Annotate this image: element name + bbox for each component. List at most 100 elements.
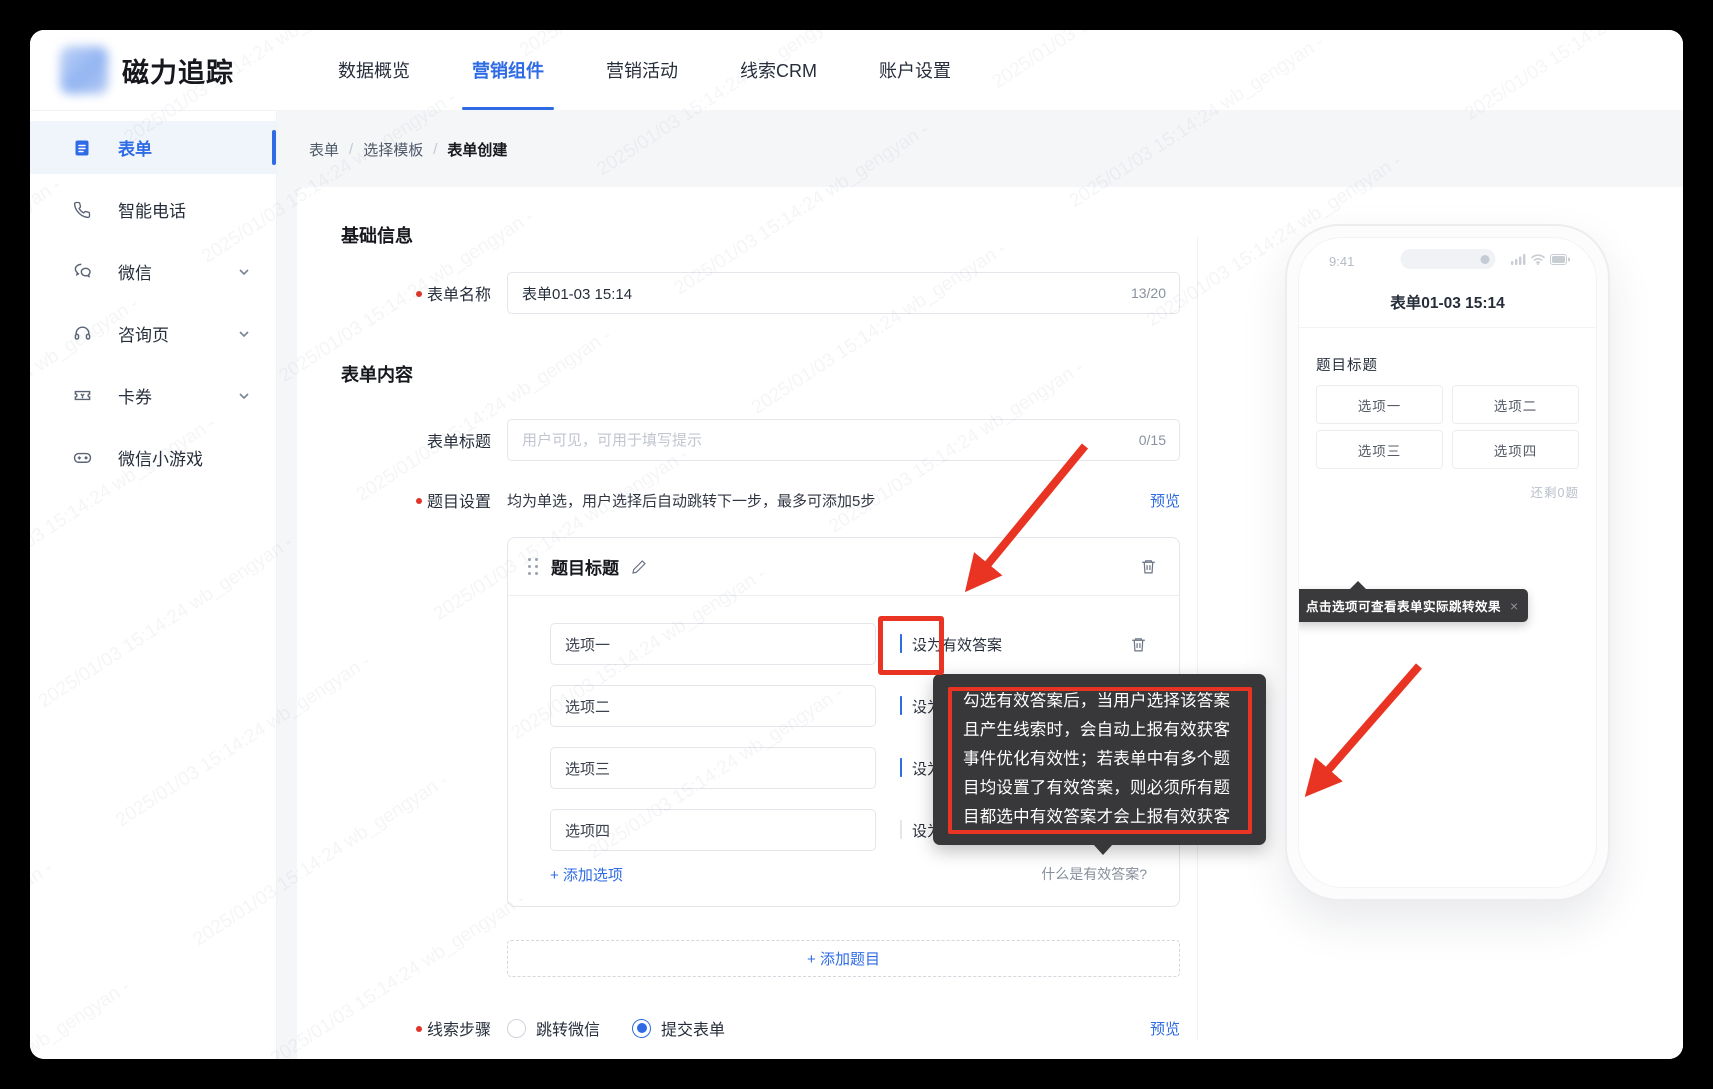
question-setting-desc-wrap: 均为单选，用户选择后自动跳转下一步，最多可添加5步 预览 xyxy=(507,490,1180,511)
nav-account-settings[interactable]: 账户设置 xyxy=(879,30,951,110)
gamepad-icon xyxy=(72,448,92,468)
lead-step-label: 线索步骤 xyxy=(426,1022,491,1039)
drag-handle-icon[interactable] xyxy=(528,557,539,576)
breadcrumb-form[interactable]: 表单 xyxy=(309,139,339,160)
radio-submit-form-label[interactable]: 提交表单 xyxy=(661,1016,725,1040)
form-name-counter: 13/20 xyxy=(1130,285,1166,301)
valid-answer-checkbox[interactable] xyxy=(900,820,902,839)
nav-marketing-components[interactable]: 营销组件 xyxy=(472,30,544,110)
required-dot xyxy=(415,498,422,504)
valid-answer-tooltip-text: 勾选有效答案后，当用户选择该答案且产生线索时，会自动上报有效获客事件优化有效性；… xyxy=(963,692,1231,826)
breadcrumb-form-create: 表单创建 xyxy=(447,142,508,159)
form-title-counter: 0/15 xyxy=(1138,432,1166,448)
delete-option-icon[interactable] xyxy=(1130,636,1147,653)
wechat-icon xyxy=(72,262,92,282)
sidebar-item-smart-phone[interactable]: 智能电话 xyxy=(30,183,276,236)
valid-answer-label[interactable]: 设为有效答案 xyxy=(912,634,1002,655)
phone-tooltip: 点击选项可查看表单实际跳转效果 × xyxy=(1299,581,1529,622)
form-name-input[interactable] xyxy=(507,272,1180,314)
add-option-link[interactable]: + 添加选项 xyxy=(550,864,623,885)
phone-options-grid: 选项一 选项二 选项三 选项四 xyxy=(1316,385,1579,469)
form-name-input-wrap: 13/20 xyxy=(507,272,1180,314)
form-title-input[interactable] xyxy=(507,419,1180,461)
option-input-1[interactable] xyxy=(550,623,876,665)
question-title: 题目标题 xyxy=(551,559,619,578)
sidebar-item-label: 智能电话 xyxy=(118,202,186,221)
wifi-icon xyxy=(1531,254,1545,265)
app-body: 表单 智能电话 微信 咨询页 卡券 微信小游戏 表单 / 选择模板 / 表单创建… xyxy=(30,110,1683,1059)
sidebar-item-label: 卡券 xyxy=(118,388,152,407)
option-row: 设为有效答案 xyxy=(550,616,1147,675)
form-name-label: 表单名称 xyxy=(426,287,491,304)
lead-step-options: 跳转微信 提交表单 预览 xyxy=(507,1016,1180,1040)
valid-answer-checkbox-wrap xyxy=(900,758,902,777)
phone-option-1[interactable]: 选项一 xyxy=(1316,385,1443,424)
phone-icon xyxy=(72,200,92,220)
question-setting-label-wrap: 题目设置 xyxy=(341,488,507,512)
headset-icon xyxy=(72,324,92,344)
radio-submit-form[interactable] xyxy=(632,1018,652,1038)
breadcrumb-choose-template[interactable]: 选择模板 xyxy=(363,139,423,160)
panel-divider xyxy=(1197,237,1198,1039)
chevron-down-icon xyxy=(238,266,250,278)
add-option-row: + 添加选项 什么是有效答案? xyxy=(550,862,1147,886)
sidebar-item-label: 表单 xyxy=(118,140,152,159)
radio-jump-wechat-label[interactable]: 跳转微信 xyxy=(536,1016,600,1040)
add-question-button[interactable]: + 添加题目 xyxy=(507,940,1180,977)
breadcrumb: 表单 / 选择模板 / 表单创建 xyxy=(277,110,1683,160)
question-card-header: 题目标题 xyxy=(508,538,1179,596)
sidebar-item-wechat[interactable]: 微信 xyxy=(30,245,276,298)
brand-logo xyxy=(60,46,108,94)
main-nav: 数据概览 营销组件 营销活动 线索CRM 账户设置 xyxy=(338,30,951,110)
sidebar-item-coupon[interactable]: 卡券 xyxy=(30,369,276,422)
brand-title: 磁力追踪 xyxy=(122,57,234,88)
sidebar-item-consult-page[interactable]: 咨询页 xyxy=(30,307,276,360)
phone-screen: 9:41 表单01-03 15:14 题目标题 选项一 选项二 选项三 选项四 … xyxy=(1298,237,1597,888)
delete-question-icon[interactable] xyxy=(1140,558,1157,575)
valid-answer-tooltip: 勾选有效答案后，当用户选择该答案且产生线索时，会自动上报有效获客事件优化有效性；… xyxy=(933,674,1266,855)
sidebar-item-form[interactable]: 表单 xyxy=(30,121,276,174)
edit-pencil-icon[interactable] xyxy=(631,559,647,575)
battery-icon xyxy=(1550,254,1570,265)
chevron-down-icon xyxy=(238,390,250,402)
preview-link[interactable]: 预览 xyxy=(1150,490,1180,511)
question-setting-label: 题目设置 xyxy=(426,494,491,511)
nav-marketing-activities[interactable]: 营销活动 xyxy=(606,30,678,110)
sidebar-item-label: 咨询页 xyxy=(118,326,169,345)
form-title-input-wrap: 0/15 xyxy=(507,419,1180,461)
valid-answer-checkbox-wrap xyxy=(878,616,944,675)
required-dot xyxy=(415,1026,422,1032)
add-question-label: + 添加题目 xyxy=(807,951,880,968)
top-navbar: 磁力追踪 数据概览 营销组件 营销活动 线索CRM 账户设置 xyxy=(30,30,1683,110)
valid-answer-checkbox[interactable] xyxy=(900,634,902,653)
signal-icon xyxy=(1511,254,1526,265)
phone-time: 9:41 xyxy=(1329,254,1355,269)
sidebar-item-wechat-minigame[interactable]: 微信小游戏 xyxy=(30,431,276,484)
sidebar: 表单 智能电话 微信 咨询页 卡券 微信小游戏 xyxy=(30,110,277,1059)
question-card: 题目标题 选项一 设为有效答案 选项二 选项三 选项四 + 添加选项 什么是有效… xyxy=(507,443,1423,907)
phone-remaining-count: 还剩0题 xyxy=(1530,486,1579,500)
ticket-icon xyxy=(72,386,92,406)
valid-answer-checkbox[interactable] xyxy=(900,758,902,777)
phone-preview: 9:41 表单01-03 15:14 题目标题 选项一 选项二 选项三 选项四 … xyxy=(1285,224,1610,901)
dynamic-island xyxy=(1400,249,1495,269)
option-input-2[interactable] xyxy=(550,685,876,727)
option-input-4[interactable] xyxy=(550,809,876,851)
nav-data-overview[interactable]: 数据概览 xyxy=(338,30,410,110)
content-area: 表单 / 选择模板 / 表单创建 基础信息 表单名称 表单01-03 15:14… xyxy=(277,110,1683,1059)
phone-form-title: 表单01-03 15:14 xyxy=(1390,295,1505,312)
phone-option-3[interactable]: 选项三 xyxy=(1316,430,1443,469)
nav-leads-crm[interactable]: 线索CRM xyxy=(740,30,817,110)
app-window: 磁力追踪 数据概览 营销组件 营销活动 线索CRM 账户设置 表单 智能电话 微… xyxy=(30,30,1683,1059)
lead-preview-link[interactable]: 预览 xyxy=(1150,1018,1180,1039)
phone-option-4[interactable]: 选项四 xyxy=(1452,430,1579,469)
option-input-3[interactable] xyxy=(550,747,876,789)
what-is-valid-answer-link[interactable]: 什么是有效答案? xyxy=(1041,864,1147,884)
close-icon[interactable]: × xyxy=(1510,599,1518,613)
phone-option-2[interactable]: 选项二 xyxy=(1452,385,1579,424)
form-title-label-wrap: 表单标题 xyxy=(341,428,507,452)
valid-answer-checkbox[interactable] xyxy=(900,696,902,715)
phone-divider xyxy=(1299,327,1596,328)
sidebar-item-label: 微信小游戏 xyxy=(118,450,203,469)
radio-jump-wechat[interactable] xyxy=(507,1018,526,1038)
